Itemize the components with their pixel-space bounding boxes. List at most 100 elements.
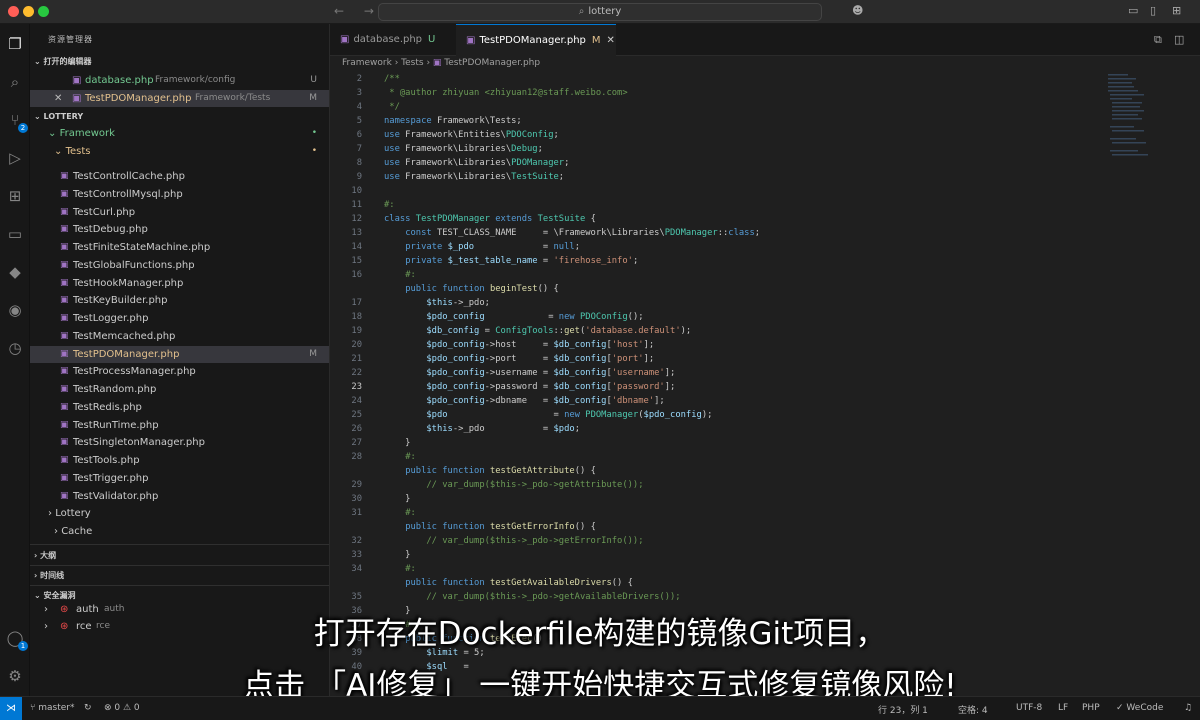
line-number: 28 — [351, 452, 362, 462]
line-number: 20 — [351, 340, 362, 350]
list-item[interactable]: ▣ TestControllMysql.php — [30, 186, 329, 203]
php-icon: ▣ — [60, 472, 69, 483]
nav-arrows[interactable]: ← → — [334, 4, 382, 18]
line-number: 15 — [351, 256, 362, 266]
close-icon[interactable]: ✕ — [54, 90, 62, 107]
list-item[interactable]: ▣ TestTrigger.php — [30, 470, 329, 487]
list-item[interactable]: ▣ TestHookManager.php — [30, 275, 329, 292]
breadcrumb-item[interactable]: Framework — [342, 58, 392, 68]
layout-icon[interactable]: ⊞ — [1172, 4, 1181, 17]
notifications-icon[interactable]: ♫ — [1184, 703, 1192, 713]
problems-indicator[interactable]: ⊗ 0 ⚠ 0 — [104, 703, 140, 713]
tab-database[interactable]: ▣ database.php U — [330, 24, 456, 56]
folder-cache[interactable]: › Cache — [30, 523, 329, 540]
toggle-panel-icon[interactable]: ▭ — [1128, 4, 1138, 17]
search-icon[interactable]: ⌕ — [5, 72, 25, 92]
close-icon[interactable]: ✕ — [607, 35, 615, 46]
wecode-status[interactable]: ✓ WeCode — [1116, 703, 1163, 713]
language-mode[interactable]: PHP — [1082, 703, 1100, 713]
list-item[interactable]: ▣ TestProcessManager.php — [30, 363, 329, 380]
minimap[interactable] — [1108, 72, 1156, 182]
project-header[interactable]: ⌄ LOTTERY — [34, 112, 83, 121]
security-header[interactable]: ⌄ 安全漏洞 — [34, 590, 76, 601]
gitlens-icon[interactable]: ◉ — [5, 300, 25, 320]
line-number: 35 — [351, 592, 362, 602]
php-icon: ▣ — [60, 384, 69, 394]
code-view[interactable]: 2 3 4 5 6 7 8 9 10 11 12 13 14 15 16 17 18 19 20 21 22 23 24 25… — [330, 72, 1110, 672]
run-debug-icon[interactable]: ▷ — [5, 148, 25, 168]
remote-explorer-icon[interactable]: ▭ — [5, 224, 25, 244]
list-item[interactable]: ▣ TestRunTime.php — [30, 417, 329, 434]
folder-tests[interactable]: ⌄ Tests • — [30, 143, 329, 160]
list-item[interactable]: ▣ TestControllCache.php — [30, 168, 329, 185]
eol[interactable]: LF — [1058, 703, 1068, 713]
check-icon: ✓ — [1116, 703, 1127, 713]
minimize-window-button[interactable] — [23, 6, 34, 17]
encoding[interactable]: UTF-8 — [1016, 703, 1042, 713]
editor-scrollbar[interactable] — [1186, 72, 1198, 672]
folder-lottery[interactable]: › Lottery — [30, 505, 329, 522]
list-item[interactable]: ▣ TestSingletonManager.php — [30, 434, 329, 451]
line-number — [330, 282, 362, 296]
php-icon: ▣ — [60, 490, 69, 501]
breadcrumb-item[interactable]: Tests — [401, 58, 423, 68]
line-number: 12 — [351, 214, 362, 224]
files-icon[interactable]: ❐ — [5, 34, 25, 54]
list-item[interactable]: ▣ TestKeyBuilder.php — [30, 292, 329, 309]
open-editor-item[interactable]: ▣ database.php Framework/config U — [30, 72, 329, 89]
sync-icon[interactable]: ↻ — [84, 703, 92, 713]
outline-header[interactable]: › 大纲 — [34, 550, 56, 561]
line-number: 14 — [351, 242, 362, 252]
php-icon: ▣ — [60, 224, 69, 235]
list-item[interactable]: ▣ TestFiniteStateMachine.php — [30, 239, 329, 256]
line-number: 22 — [351, 368, 362, 378]
cursor-position[interactable]: 行 23，列 1 — [878, 703, 928, 716]
list-item[interactable]: ▣ TestRedis.php — [30, 399, 329, 416]
list-item[interactable]: ▣ TestPDOManager.php M — [30, 345, 329, 363]
command-center-search[interactable]: ⌕ lottery — [378, 3, 822, 21]
indentation[interactable]: 空格: 4 — [958, 703, 988, 716]
maximize-window-button[interactable] — [38, 6, 49, 17]
timeline-icon[interactable]: ◷ — [5, 338, 25, 358]
line-number: 26 — [351, 424, 362, 434]
split-editor-icon[interactable]: ◫ — [1174, 33, 1184, 46]
timeline-header[interactable]: › 时间线 — [34, 570, 64, 581]
docker-icon[interactable]: ◆ — [5, 262, 25, 282]
line-number: 17 — [351, 298, 362, 308]
line-number: 34 — [351, 564, 362, 574]
list-item[interactable]: ▣ TestTools.php — [30, 452, 329, 469]
list-item[interactable]: ▣ TestDebug.php — [30, 221, 329, 238]
php-icon: ▣ — [60, 206, 69, 217]
line-number: 9 — [356, 172, 362, 182]
breadcrumb-item[interactable]: TestPDOManager.php — [444, 58, 540, 68]
line-number: 3 — [356, 88, 362, 98]
list-item[interactable]: ▣ TestMemcached.php — [30, 328, 329, 345]
toggle-sidebar-icon[interactable]: ▯ — [1150, 4, 1156, 17]
breadcrumb: Framework › Tests › ▣ TestPDOManager.php — [342, 58, 541, 68]
line-number — [330, 464, 362, 478]
line-number: 25 — [351, 410, 362, 420]
tab-bar: ▣ database.php U ▣ TestPDOManager.php M ✕ ⧉ ◫ — [330, 24, 1200, 56]
list-item[interactable]: ▣ TestCurl.php — [30, 204, 329, 221]
close-window-button[interactable] — [8, 6, 19, 17]
line-number: 19 — [351, 326, 362, 336]
open-editors-header[interactable]: ⌄ 打开的编辑器 — [34, 56, 92, 67]
line-number: 16 — [351, 270, 362, 280]
explorer-sidebar: 资源管理器 ⌄ 打开的编辑器 ▣ database.php Framework/… — [30, 24, 330, 696]
open-changes-icon[interactable]: ⧉ — [1154, 33, 1162, 47]
extensions-icon[interactable]: ⊞ — [5, 186, 25, 206]
line-number: 5 — [356, 116, 362, 126]
folder-framework[interactable]: ⌄ Framework • — [30, 125, 329, 142]
list-item[interactable]: ▣ TestValidator.php — [30, 488, 329, 505]
list-item[interactable]: ▣ TestRandom.php — [30, 381, 329, 398]
branch-indicator[interactable]: ⑂ master* — [30, 703, 75, 713]
line-number: 27 — [351, 438, 362, 448]
open-editor-item[interactable]: ✕ ▣ TestPDOManager.php Framework/Tests M — [30, 90, 329, 107]
line-number: 30 — [351, 494, 362, 504]
remote-indicator-icon[interactable]: ⋊ — [0, 697, 22, 720]
list-item[interactable]: ▣ TestGlobalFunctions.php — [30, 257, 329, 274]
copilot-icon[interactable]: ☻ — [852, 4, 863, 17]
tab-testpdomanager[interactable]: ▣ TestPDOManager.php M ✕ — [456, 24, 616, 56]
list-item[interactable]: ▣ TestLogger.php — [30, 310, 329, 327]
source-control-icon[interactable]: ⑂ 2 — [5, 110, 28, 133]
